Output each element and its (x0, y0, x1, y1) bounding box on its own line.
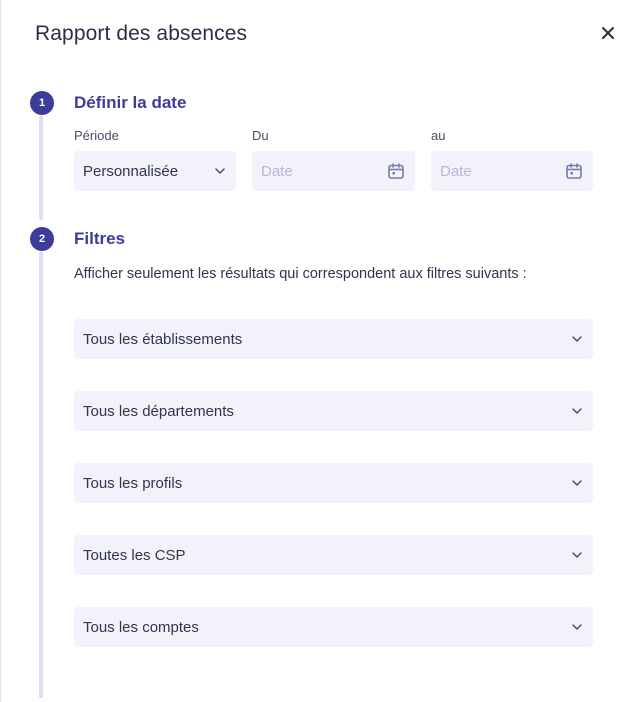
step-2-badge: 2 (30, 227, 54, 251)
chevron-down-icon (571, 405, 583, 417)
to-date-placeholder: Date (440, 162, 472, 180)
chevron-down-icon (571, 621, 583, 633)
chevron-down-icon (571, 549, 583, 561)
period-select-value: Personnalisée (83, 162, 179, 180)
filter-establishments-select[interactable]: Tous les établissements (74, 319, 593, 359)
from-date-placeholder: Date (261, 162, 293, 180)
to-label: au (431, 128, 446, 143)
filter-select-value: Toutes les CSP (83, 546, 186, 564)
filter-select-value: Tous les établissements (83, 330, 243, 348)
calendar-icon[interactable] (387, 162, 405, 180)
step-1-rail (39, 116, 43, 220)
filter-departments-select[interactable]: Tous les départements (74, 391, 593, 431)
filter-select-value: Tous les départements (83, 402, 234, 420)
step-1-badge: 1 (30, 91, 54, 115)
to-date-input[interactable]: Date (431, 151, 593, 191)
step-2-rail (39, 252, 43, 698)
filter-profiles-select[interactable]: Tous les profils (74, 463, 593, 503)
filter-select-value: Tous les profils (83, 474, 183, 492)
calendar-icon[interactable] (565, 162, 583, 180)
from-label: Du (252, 128, 269, 143)
close-button[interactable] (597, 22, 619, 44)
step-1-title: Définir la date (74, 93, 187, 112)
chevron-down-icon (571, 333, 583, 345)
absence-report-panel: Rapport des absences 1 Définir la date P… (0, 0, 622, 702)
period-label: Période (74, 128, 119, 143)
close-icon[interactable] (602, 27, 614, 39)
filter-select-value: Tous les comptes (83, 618, 199, 636)
filter-csp-select[interactable]: Toutes les CSP (74, 535, 593, 575)
from-date-input[interactable]: Date (252, 151, 415, 191)
period-select[interactable]: Personnalisée (74, 151, 236, 191)
filters-help-text: Afficher seulement les résultats qui cor… (74, 266, 527, 282)
filter-accounts-select[interactable]: Tous les comptes (74, 607, 593, 647)
chevron-down-icon (214, 165, 226, 177)
chevron-down-icon (571, 477, 583, 489)
panel-title: Rapport des absences (35, 22, 248, 45)
step-2-title: Filtres (74, 229, 126, 248)
